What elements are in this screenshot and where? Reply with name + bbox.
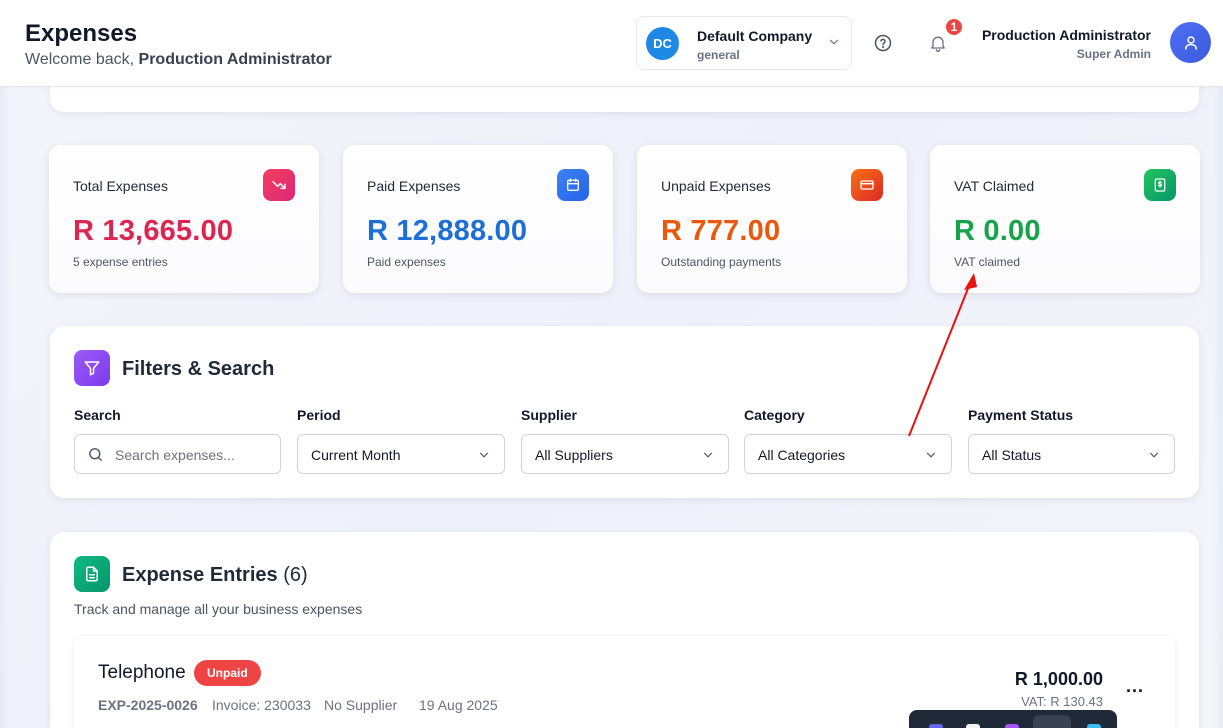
category-select[interactable]: All Categories — [744, 434, 952, 474]
company-subtitle: general — [697, 48, 740, 62]
chevron-down-icon — [829, 39, 839, 45]
page-right-edge — [1213, 87, 1223, 728]
expense-name: Telephone — [98, 662, 186, 683]
period-label: Period — [297, 407, 341, 423]
bell-icon[interactable] — [928, 33, 948, 53]
payment-status-select-value: All Status — [982, 447, 1042, 463]
toolbar-tool-icon[interactable] — [1087, 724, 1101, 728]
toolbar-active-tool[interactable] — [1033, 715, 1071, 728]
entries-count: (6) — [283, 564, 308, 586]
entries-title: Expense Entries (6) — [122, 564, 308, 587]
category-select-value: All Categories — [758, 447, 846, 463]
supplier-select[interactable]: All Suppliers — [521, 434, 729, 474]
stat-card-vat-claimed: VAT Claimed R 0.00 VAT claimed — [930, 145, 1200, 293]
filters-title: Filters & Search — [122, 358, 275, 380]
floating-toolbar — [909, 710, 1117, 728]
user-role: Super Admin — [1076, 47, 1151, 61]
toolbar-tool-icon[interactable] — [966, 724, 980, 728]
stat-subtitle: Paid expenses — [367, 255, 446, 269]
entries-subtitle: Track and manage all your business expen… — [74, 601, 363, 617]
receipt-dollar-icon — [1144, 169, 1176, 201]
period-select[interactable]: Current Month — [297, 434, 505, 474]
document-icon — [74, 556, 110, 592]
chevron-down-icon — [1149, 452, 1159, 458]
stat-value: R 13,665.00 — [73, 215, 234, 247]
top-header: Expenses Welcome back, Production Admini… — [0, 0, 1223, 87]
welcome-user-name: Production Administrator — [138, 51, 332, 68]
stat-title: VAT Claimed — [954, 178, 1035, 194]
trending-down-icon — [263, 169, 295, 201]
stat-subtitle: 5 expense entries — [73, 255, 168, 269]
welcome-prefix: Welcome back, — [25, 51, 139, 68]
filter-icon — [74, 350, 110, 386]
page-title: Expenses — [25, 20, 138, 47]
stat-title: Paid Expenses — [367, 178, 461, 194]
toolbar-tool-icon[interactable] — [1005, 724, 1019, 728]
chevron-down-icon — [703, 452, 713, 458]
company-name: Default Company — [697, 28, 813, 44]
credit-card-icon — [851, 169, 883, 201]
search-label: Search — [74, 407, 121, 423]
calendar-icon — [557, 169, 589, 201]
chevron-down-icon — [479, 452, 489, 458]
expense-entries-panel: Expense Entries (6) Track and manage all… — [50, 532, 1199, 728]
page-left-edge — [0, 87, 10, 728]
payment-status-select[interactable]: All Status — [968, 434, 1175, 474]
stat-title: Unpaid Expenses — [661, 178, 771, 194]
expense-amount: R 1,000.00 — [1014, 669, 1103, 689]
payment-status-label: Payment Status — [968, 407, 1074, 423]
expense-invoice: Invoice: 230033 — [212, 697, 311, 713]
welcome-message: Welcome back, Production Administrator — [25, 51, 332, 69]
entries-title-text: Expense Entries — [122, 564, 278, 586]
filters-panel: Filters & Search Search Period Current M… — [50, 326, 1199, 498]
company-switcher[interactable]: DC Default Company general — [636, 16, 852, 70]
category-label: Category — [744, 407, 805, 423]
user-icon — [1184, 35, 1197, 50]
search-input[interactable] — [115, 444, 275, 466]
company-avatar: DC — [646, 27, 679, 60]
stat-value: R 777.00 — [661, 215, 781, 247]
stat-value: R 0.00 — [954, 215, 1041, 247]
status-badge: Unpaid — [194, 660, 261, 686]
stat-title: Total Expenses — [73, 178, 168, 194]
period-select-value: Current Month — [311, 447, 401, 463]
stat-card-total-expenses: Total Expenses R 13,665.00 5 expense ent… — [49, 145, 319, 293]
stat-card-unpaid-expenses: Unpaid Expenses R 777.00 Outstanding pay… — [637, 145, 907, 293]
search-icon — [89, 448, 102, 461]
toolbar-tool-icon[interactable] — [929, 724, 943, 728]
help-icon[interactable] — [873, 33, 893, 53]
expense-date: 19 Aug 2025 — [419, 697, 498, 713]
supplier-select-value: All Suppliers — [535, 447, 613, 463]
notification-count-badge: 1 — [944, 17, 964, 37]
stat-card-paid-expenses: Paid Expenses R 12,888.00 Paid expenses — [343, 145, 613, 293]
stat-subtitle: VAT claimed — [954, 255, 1021, 269]
stat-subtitle: Outstanding payments — [661, 255, 782, 269]
search-box — [74, 434, 281, 474]
more-actions-button[interactable]: ... — [1126, 676, 1144, 697]
supplier-label: Supplier — [521, 407, 578, 423]
expense-supplier: No Supplier — [324, 697, 398, 713]
stat-value: R 12,888.00 — [367, 215, 528, 247]
user-avatar[interactable] — [1170, 22, 1211, 63]
expense-vat: VAT: R 130.43 — [1021, 694, 1103, 709]
expense-id: EXP-2025-0026 — [98, 697, 198, 713]
user-name: Production Administrator — [981, 27, 1151, 43]
chevron-down-icon — [926, 452, 936, 458]
